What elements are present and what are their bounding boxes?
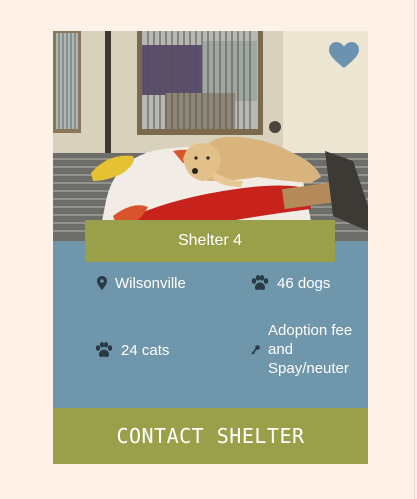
shelter-name-banner: Shelter 4 <box>85 220 335 262</box>
location-text: Wilsonville <box>115 274 186 292</box>
page-edge-divider <box>414 0 415 499</box>
shelter-info: Wilsonville 46 dogs 24 cats Adoption fee… <box>53 262 368 408</box>
map-pin-icon <box>97 276 107 290</box>
shelter-card: Shelter 4 Wilsonville 46 dogs 24 cats Ad… <box>53 31 368 464</box>
cat-count-text: 24 cats <box>121 341 170 359</box>
adoption-fee-text: Adoption fee and Spay/neuter <box>268 321 352 378</box>
paw-icon <box>95 342 113 358</box>
fee-line: Adoption fee <box>268 322 353 339</box>
dog-count-info: 46 dogs <box>251 272 330 294</box>
shelter-photo <box>53 31 368 241</box>
cat-count-info: 24 cats <box>95 339 169 361</box>
paw-icon <box>251 275 269 291</box>
adoption-fee-info: Adoption fee and Spay/neuter <box>251 321 363 378</box>
key-icon <box>251 344 260 355</box>
fee-line: Spay/neuter <box>268 360 349 377</box>
location-info: Wilsonville <box>97 272 186 294</box>
dog-count-text: 46 dogs <box>277 274 331 292</box>
favorite-heart-icon[interactable] <box>328 40 360 72</box>
shelter-name: Shelter 4 <box>177 232 243 249</box>
contact-shelter-button[interactable]: CONTACT SHELTER <box>53 408 368 464</box>
fee-line: and <box>268 341 294 358</box>
